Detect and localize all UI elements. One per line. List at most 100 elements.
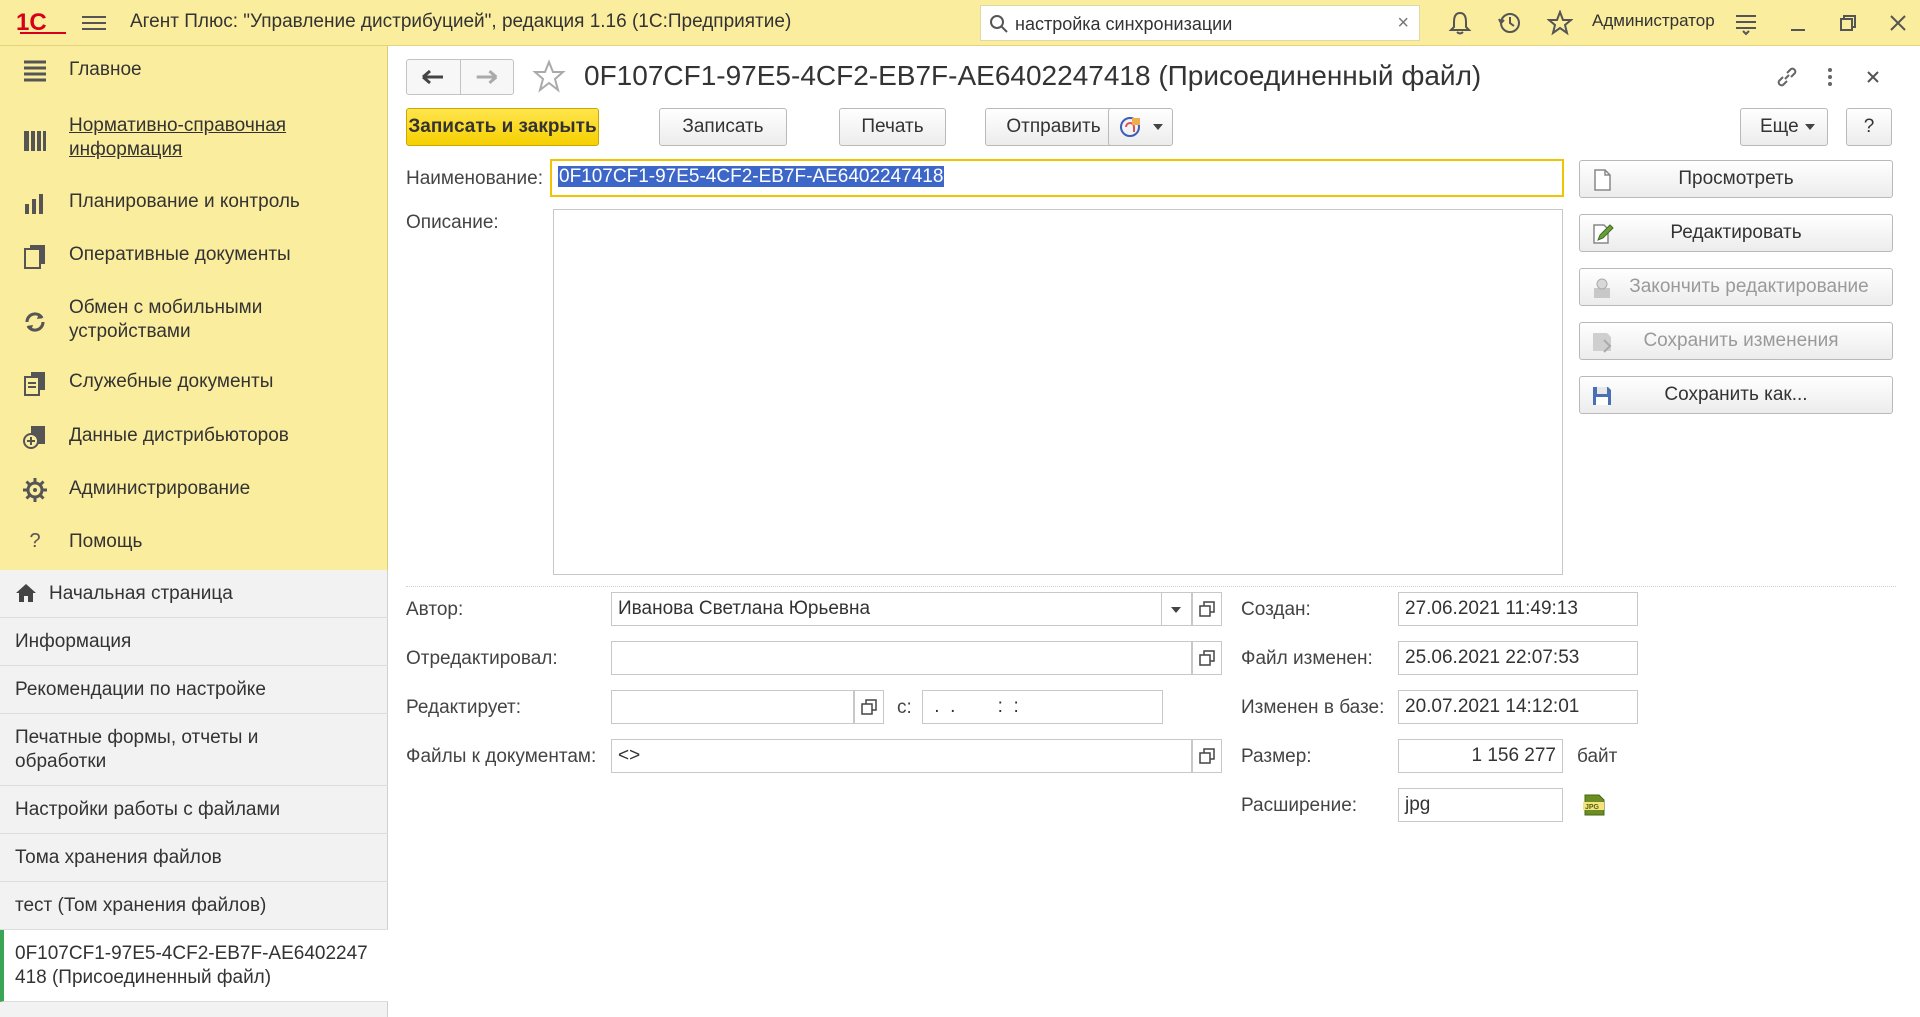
section-catalogs[interactable]: Нормативно-справочная информация: [0, 114, 388, 170]
save-and-close-button[interactable]: Записать и закрыть: [406, 108, 599, 146]
attached-file-form: 0F107CF1-97E5-4CF2-EB7F-AE6402247418 (Пр…: [389, 46, 1920, 1017]
back-arrow-icon[interactable]: [407, 60, 460, 94]
bell-icon[interactable]: [1447, 10, 1473, 36]
open-form-icon: [1199, 748, 1215, 764]
open-window-label: тест (Том хранения файлов): [15, 895, 267, 916]
open-form-icon: [1199, 601, 1215, 617]
list-icon: [24, 60, 46, 82]
svg-text:JPG: JPG: [1585, 804, 1600, 811]
open-window-item[interactable]: Рекомендации по настройке: [0, 666, 388, 714]
open-window-item-active[interactable]: 0F107CF1-97E5-4CF2-EB7F-AE6402247418 (Пр…: [0, 930, 388, 1002]
save-as-button[interactable]: Сохранить как...: [1579, 376, 1893, 414]
user-name[interactable]: Администратор: [1592, 11, 1715, 31]
section-label: Администрирование: [69, 478, 251, 499]
author-open-button[interactable]: [1192, 592, 1222, 626]
save-changes-icon: [1593, 333, 1612, 353]
more-vertical-icon[interactable]: [1817, 64, 1843, 90]
size-field: 1 156 277: [1398, 739, 1563, 773]
help-icon: ?: [29, 530, 41, 552]
save-as-label: Сохранить как...: [1664, 384, 1808, 405]
open-window-item[interactable]: Настройки работы с файлами: [0, 786, 388, 834]
print-button[interactable]: Печать: [839, 108, 946, 146]
home-icon: [16, 584, 36, 602]
separator: [406, 586, 1896, 587]
view-button[interactable]: Просмотреть: [1579, 160, 1893, 198]
editing-field[interactable]: [611, 690, 854, 724]
favorites-star-icon[interactable]: [1547, 10, 1573, 36]
chevron-down-icon: [1805, 124, 1815, 130]
open-window-item[interactable]: тест (Том хранения файлов): [0, 882, 388, 930]
author-dropdown-button[interactable]: [1162, 592, 1192, 626]
search-clear-icon[interactable]: ×: [1397, 12, 1409, 35]
description-label: Описание:: [406, 212, 499, 233]
edit-button-label: Редактировать: [1670, 222, 1802, 243]
save-changes-button[interactable]: Сохранить изменения: [1579, 322, 1893, 360]
link-icon[interactable]: [1774, 64, 1800, 90]
name-label: Наименование:: [406, 168, 543, 189]
section-distributor-data[interactable]: Данные дистрибьюторов: [0, 424, 388, 468]
history-icon[interactable]: [1497, 10, 1523, 36]
description-textarea[interactable]: [553, 209, 1563, 575]
close-app-icon[interactable]: [1885, 10, 1911, 36]
open-window-item[interactable]: Тома хранения файлов: [0, 834, 388, 882]
section-label: Оперативные документы: [69, 244, 291, 265]
search-icon: [990, 15, 1008, 33]
gear-icon: [23, 478, 47, 502]
save-button[interactable]: Записать: [659, 108, 787, 146]
document-icon: [1594, 169, 1611, 191]
author-field[interactable]: Иванова Светлана Юрьевна: [611, 592, 1162, 626]
navigation-buttons: [406, 59, 514, 95]
edit-button[interactable]: Редактировать: [1579, 214, 1893, 252]
editing-open-button[interactable]: [854, 690, 884, 724]
section-service-docs[interactable]: Служебные документы: [0, 370, 388, 414]
more-button-label: Еще: [1760, 116, 1799, 137]
section-label: Нормативно-справочная информация: [69, 115, 287, 160]
documents-icon: [24, 245, 45, 269]
1c-logo[interactable]: 1С: [14, 8, 68, 36]
open-window-label: Тома хранения файлов: [15, 847, 222, 868]
menu-burger-icon[interactable]: [82, 12, 106, 34]
created-label: Создан:: [1241, 599, 1311, 620]
files-to-docs-label: Файлы к документам:: [406, 746, 597, 767]
section-label: Обмен с мобильными устройствами: [69, 297, 263, 342]
name-field[interactable]: 0F107CF1-97E5-4CF2-EB7F-AE6402247418: [550, 159, 1564, 197]
edited-by-field[interactable]: [611, 641, 1192, 675]
section-main[interactable]: Главное: [0, 58, 388, 106]
files-to-docs-field[interactable]: <>: [611, 739, 1192, 773]
open-window-home[interactable]: Начальная страница: [0, 570, 388, 618]
service-docs-icon: [24, 372, 45, 396]
finish-editing-button[interactable]: Закончить редактирование: [1579, 268, 1893, 306]
favorite-star-icon[interactable]: [532, 59, 566, 93]
more-button[interactable]: Еще: [1740, 108, 1828, 146]
section-planning[interactable]: Планирование и контроль: [0, 190, 388, 234]
section-label: Данные дистрибьюторов: [69, 425, 289, 446]
minimize-icon[interactable]: [1785, 10, 1811, 36]
files-to-docs-open-button[interactable]: [1192, 739, 1222, 773]
open-window-label: Начальная страница: [49, 583, 233, 604]
bytes-label: байт: [1577, 746, 1618, 767]
section-operative-docs[interactable]: Оперативные документы: [0, 243, 388, 287]
open-window-item[interactable]: Информация: [0, 618, 388, 666]
chevron-down-icon: [1153, 124, 1163, 130]
search-input[interactable]: настройка синхронизации ×: [980, 5, 1420, 41]
edited-by-open-button[interactable]: [1192, 641, 1222, 675]
extension-label: Расширение:: [1241, 795, 1358, 816]
name-value: 0F107CF1-97E5-4CF2-EB7F-AE6402247418: [558, 166, 945, 187]
help-button[interactable]: ?: [1846, 108, 1892, 146]
size-label: Размер:: [1241, 746, 1312, 767]
section-mobile-exchange[interactable]: Обмен с мобильными устройствами: [0, 296, 388, 352]
top-bar: 1С Агент Плюс: "Управление дистрибуцией"…: [0, 0, 1920, 46]
open-window-label: 0F107CF1-97E5-4CF2-EB7F-AE6402247418 (Пр…: [15, 943, 368, 988]
open-window-label: Настройки работы с файлами: [15, 799, 281, 820]
section-administration[interactable]: Администрирование: [0, 477, 388, 521]
attachment-menu-button[interactable]: [1108, 108, 1173, 146]
forward-arrow-icon[interactable]: [460, 60, 513, 94]
send-button[interactable]: Отправить: [985, 108, 1122, 146]
sync-icon: [25, 312, 45, 332]
editing-since-field[interactable]: . . : :: [922, 690, 1163, 724]
close-form-icon[interactable]: [1860, 64, 1886, 90]
section-help[interactable]: ? Помощь: [0, 530, 388, 570]
open-window-item[interactable]: Печатные формы, отчеты и обработки: [0, 714, 388, 786]
settings-lines-icon[interactable]: [1733, 10, 1759, 36]
restore-icon[interactable]: [1835, 10, 1861, 36]
